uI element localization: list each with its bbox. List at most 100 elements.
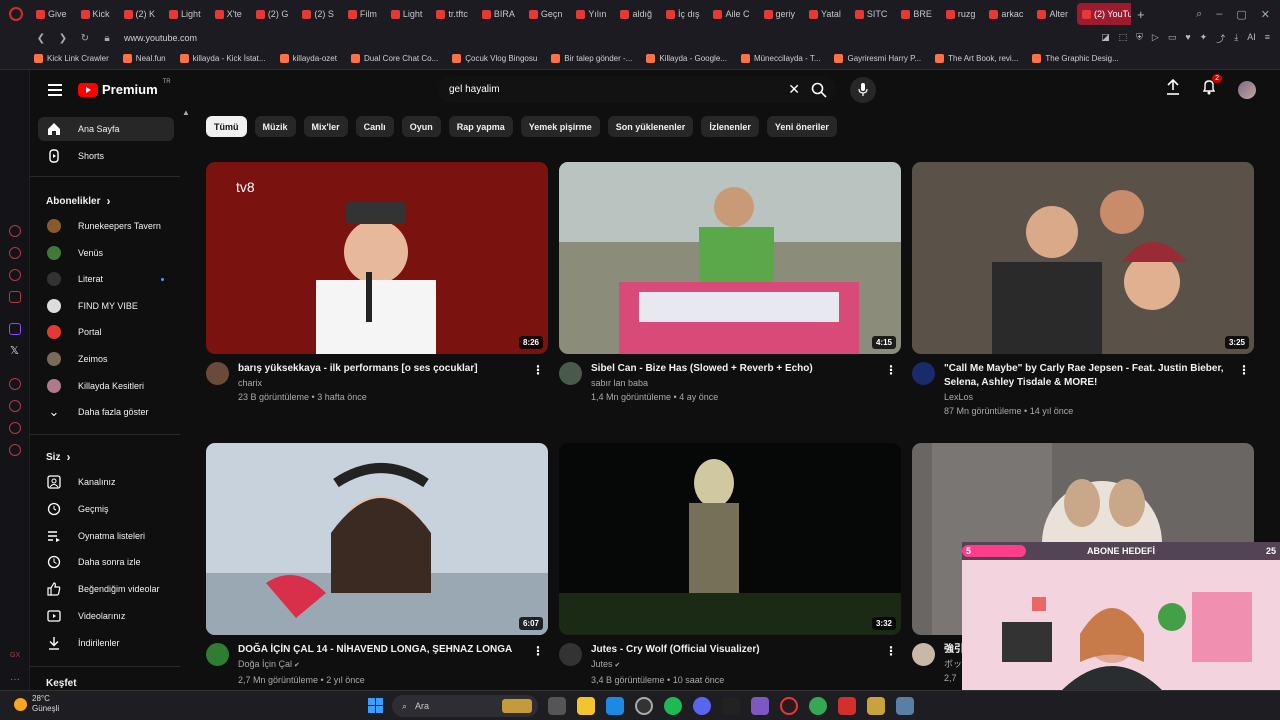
sidebar-item[interactable]: Ana Sayfa (38, 117, 174, 141)
filter-chip[interactable]: Rap yapma (448, 116, 513, 137)
player-icon[interactable]: ▷ (1152, 32, 1159, 45)
video-title[interactable]: DOĞA İÇİN ÇAL 14 - NİHAVEND LONGA, ŞEHNA… (238, 643, 526, 657)
browser-tab[interactable]: Aile C (708, 3, 754, 25)
account-avatar[interactable] (1238, 80, 1256, 99)
sidebar-item[interactable]: Runekeepers Tavern (38, 214, 174, 238)
discord-icon[interactable] (693, 697, 711, 715)
filter-chip[interactable]: Son yüklenenler (607, 116, 694, 137)
settings-icon[interactable] (9, 444, 21, 456)
upload-button[interactable] (1166, 78, 1180, 100)
more-actions-icon[interactable]: ⋮ (885, 644, 897, 658)
pinboard-icon[interactable] (9, 422, 21, 434)
video-title[interactable]: barış yüksekkaya - ilk performans [o ses… (238, 362, 526, 376)
browser-tab[interactable]: (2) S (297, 3, 339, 25)
sidebar-item[interactable]: Killayda Kesitleri (38, 374, 174, 398)
browser-tab[interactable]: (2) YouTub (1076, 3, 1131, 25)
sidebar-item[interactable]: FIND MY VIBE (38, 294, 174, 318)
video-thumbnail[interactable]: tv8 8:26 (206, 162, 548, 354)
video-thumbnail[interactable]: 6:07 (206, 443, 548, 635)
channel-avatar[interactable] (559, 362, 582, 385)
sidebar-item[interactable]: Zeimos (38, 347, 174, 371)
show-more-button[interactable]: ⌄ Daha fazla göster (38, 400, 174, 424)
search-input[interactable] (438, 84, 758, 95)
shield-icon[interactable]: ⛨ (1136, 32, 1143, 45)
gx-icon[interactable]: GX (10, 652, 20, 659)
browser-tab[interactable]: arkac (984, 3, 1028, 25)
forward-icon[interactable]: ❯ (52, 33, 74, 44)
sidebar-item[interactable]: İndirilenler (38, 631, 174, 655)
filter-chip[interactable]: İzlenenler (701, 116, 759, 137)
sidebar-item[interactable]: Kanalınız (38, 470, 174, 494)
channel-avatar[interactable] (912, 362, 935, 385)
channel-avatar[interactable] (206, 643, 229, 666)
sidebar-item[interactable]: Literat (38, 267, 174, 291)
browser-tab[interactable]: geriy (759, 3, 801, 25)
store-icon[interactable] (606, 697, 624, 715)
minimize-icon[interactable]: – (1216, 8, 1222, 21)
sidebar-item[interactable]: Venüs (38, 241, 174, 265)
instagram-icon[interactable] (9, 269, 21, 281)
browser-tab[interactable]: Kick (76, 3, 115, 25)
search-button[interactable] (802, 76, 836, 103)
heart-icon[interactable]: ♥ (1185, 32, 1190, 45)
sidebar-item[interactable]: Oynatma listeleri (38, 524, 174, 548)
video-card[interactable]: 4:15 Sibel Can - Bize Has (Slowed + Rever… (559, 162, 901, 404)
menu-icon[interactable] (48, 84, 62, 99)
new-tab-icon[interactable]: + (1131, 7, 1151, 22)
channel-name[interactable]: LexLos (944, 392, 973, 402)
bookmark-item[interactable]: Gayriresmi Harry P... (834, 54, 921, 63)
filter-chip[interactable]: Mix'ler (303, 116, 348, 137)
downloads-icon[interactable]: ⤓ (1234, 32, 1238, 45)
url-field[interactable]: www.youtube.com (124, 33, 197, 43)
chat-icon[interactable] (9, 247, 21, 259)
bookmark-item[interactable]: Müneccilayda - T... (740, 54, 820, 63)
browser-tab[interactable]: tr.tftc (431, 3, 473, 25)
back-icon[interactable]: ❮ (30, 33, 52, 44)
browser-tab[interactable]: Film (343, 3, 382, 25)
channel-avatar[interactable] (206, 362, 229, 385)
x-icon[interactable]: 𝕏 (10, 344, 19, 357)
bookmark-item[interactable]: killayda-ozet (279, 54, 337, 63)
more-actions-icon[interactable]: ⋮ (885, 363, 897, 377)
bookmark-item[interactable]: Kick Link Crawler (34, 54, 109, 63)
youtube-logo[interactable]: Premium TR (78, 79, 171, 97)
video-card[interactable]: 3:32 Jutes - Cry Wolf (Official Visualize… (559, 443, 901, 687)
search-tabs-icon[interactable]: ⌕ (1196, 8, 1202, 21)
browser-tab[interactable]: Light (386, 3, 428, 25)
app-red-icon[interactable] (838, 697, 856, 715)
sidebar-item[interactable]: Geçmiş (38, 497, 174, 521)
sidebar-heading-you[interactable]: Siz › (46, 450, 70, 464)
channel-avatar[interactable] (559, 643, 582, 666)
opera-gx-icon[interactable] (780, 697, 798, 715)
sidebar-item[interactable]: Videolarınız (38, 604, 174, 628)
browser-tab[interactable]: X'te (210, 3, 247, 25)
bookmark-item[interactable]: The Art Book, revi... (935, 54, 1018, 63)
channel-name[interactable]: sabır lan baba (591, 378, 648, 388)
sidebar-item[interactable]: Daha sonra izle (38, 550, 174, 574)
filter-chip[interactable]: Canlı (355, 116, 394, 137)
close-window-icon[interactable]: ✕ (1261, 8, 1270, 21)
more-actions-icon[interactable]: ⋮ (1238, 363, 1250, 377)
channel-name[interactable]: charix (238, 378, 262, 388)
bookmark-item[interactable]: Çocuk Vlog Bingosu (452, 54, 537, 63)
maximize-icon[interactable]: ▢ (1236, 8, 1246, 21)
browser-tab[interactable]: Yılın (571, 3, 611, 25)
bookmark-item[interactable]: Killayda - Google... (646, 54, 727, 63)
clear-search-icon[interactable]: ✕ (788, 81, 800, 98)
bookmark-item[interactable]: killayda - Kick İstat... (179, 54, 266, 63)
channel-name[interactable]: Doğa İçin Çal (238, 659, 292, 669)
share-icon[interactable]: ⤴ (1216, 32, 1225, 45)
more-icon[interactable]: ··· (10, 674, 20, 685)
messenger-icon[interactable] (9, 225, 21, 237)
bookmark-icon[interactable]: ◪ (1101, 32, 1110, 45)
channel-avatar[interactable] (912, 643, 935, 666)
sidebar-item[interactable]: Shorts (38, 144, 174, 168)
snapshot-icon[interactable]: ⬚ (1119, 32, 1128, 45)
ai-button[interactable]: AI (1247, 32, 1256, 45)
more-actions-icon[interactable]: ⋮ (532, 644, 544, 658)
taskbar-search[interactable]: ⌕ Ara (392, 695, 538, 717)
video-thumbnail[interactable]: 3:25 (912, 162, 1254, 354)
browser-tab[interactable]: BIRA (477, 3, 520, 25)
browser-tab[interactable]: Alter (1032, 3, 1073, 25)
browser-tab[interactable]: İç dış (661, 3, 705, 25)
